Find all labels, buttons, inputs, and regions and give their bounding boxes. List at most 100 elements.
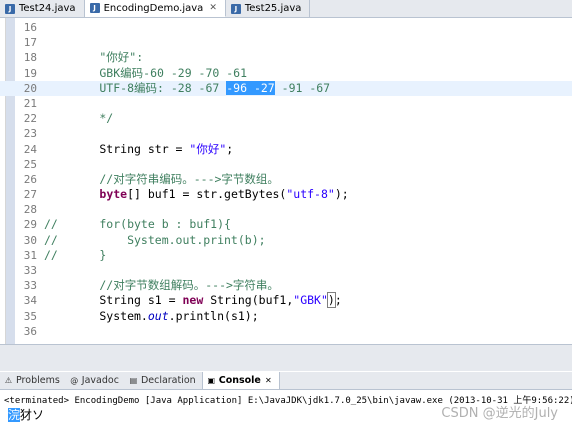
editor-tab-bar: J Test24.java J EncodingDemo.java ✕ J Te… <box>0 0 572 18</box>
line-number: 25 <box>23 157 37 171</box>
tab-label: EncodingDemo.java <box>103 2 204 14</box>
code-lines: 16 17 18 "你好": 19 GBK编码-60 -29 -70 -61 20 UT… <box>0 20 572 339</box>
tab-label: Console <box>218 375 261 386</box>
line-number: 36 <box>23 324 37 338</box>
code-line[interactable]: 26 //对字符串编码。--->字节数组。 <box>0 172 572 187</box>
tab-javadoc[interactable]: @ Javadoc <box>66 372 125 389</box>
code-text: String s1 = new String(buf1,"GBK"); <box>44 292 342 309</box>
code-token: */ <box>44 111 114 126</box>
code-token: new <box>182 293 204 308</box>
code-line[interactable]: 17 <box>0 35 572 50</box>
line-number: 30 <box>23 233 37 247</box>
tab-label: Test25.java <box>244 3 302 14</box>
tab-problems[interactable]: ⚠ Problems <box>0 372 66 389</box>
tab-console[interactable]: ▣ Console ✕ <box>201 372 280 389</box>
line-number: 19 <box>23 66 37 80</box>
close-icon[interactable]: ✕ <box>209 3 217 13</box>
code-token: ; <box>334 293 342 308</box>
line-number: 17 <box>23 36 37 50</box>
code-line[interactable]: 29 // for(byte b : buf1){ <box>0 217 572 232</box>
code-text: "你好": <box>44 50 143 65</box>
code-text: System.out.println(s1); <box>44 308 258 324</box>
line-number: 31 <box>23 248 37 262</box>
tab-label: Javadoc <box>81 375 119 386</box>
code-token: //对字符串编码。--->字节数组。 <box>44 171 279 186</box>
line-number: 21 <box>23 96 37 110</box>
code-token: System. <box>44 308 148 323</box>
line-number: 24 <box>23 142 37 156</box>
code-token: String(buf1, <box>203 293 294 308</box>
code-token: //对字节数组解码。--->字符串。 <box>44 278 279 293</box>
code-line[interactable]: 35 System.out.println(s1); <box>0 309 572 324</box>
code-text: UTF-8编码: -28 -67 -96 -27 -91 -67 <box>44 80 331 96</box>
code-line[interactable]: 24 String str = "你好"; <box>0 142 572 157</box>
console-output[interactable]: 浣犲ソ <box>8 406 44 423</box>
line-number: 34 <box>23 294 37 308</box>
code-token: String str = <box>44 141 190 156</box>
code-token: UTF-8编码: -28 -67 <box>44 80 227 95</box>
code-line[interactable]: 16 <box>0 20 572 35</box>
problems-icon: ⚠ <box>4 376 13 385</box>
code-line[interactable]: 27 byte[] buf1 = str.getBytes("utf-8"); <box>0 187 572 202</box>
code-token: // } <box>44 247 107 262</box>
code-line[interactable]: 33 <box>0 263 572 278</box>
line-number: 26 <box>23 172 37 186</box>
code-text: //对字节数组解码。--->字符串。 <box>44 278 279 293</box>
code-line[interactable]: 28 <box>0 202 572 217</box>
tab-label: Declaration <box>140 375 196 386</box>
line-number: 20 <box>23 81 37 95</box>
code-token: "你好": <box>44 50 144 65</box>
tab-declaration[interactable]: ▤ Declaration <box>125 372 202 389</box>
line-number: 33 <box>23 264 37 277</box>
console-icon: ▣ <box>207 376 215 385</box>
tab-encodingdemo[interactable]: J EncodingDemo.java ✕ <box>84 0 226 17</box>
code-token: "你好" <box>189 141 227 156</box>
line-number: 23 <box>23 127 37 141</box>
code-text: // for(byte b : buf1){ <box>44 217 231 232</box>
code-line[interactable]: 18 "你好": <box>0 50 572 65</box>
line-number: 35 <box>23 309 37 323</box>
code-token: [] buf1 = str.getBytes( <box>127 187 287 202</box>
code-text: byte[] buf1 = str.getBytes("utf-8"); <box>44 187 348 202</box>
code-text: // System.out.print(b); <box>44 233 266 248</box>
tab-label: Test24.java <box>19 3 76 14</box>
console-output-rest: 犲ソ <box>20 408 45 422</box>
code-token: -91 -67 <box>274 80 331 95</box>
code-text: //对字符串编码。--->字节数组。 <box>44 172 279 187</box>
code-line[interactable]: 36 <box>0 324 572 339</box>
tab-test25[interactable]: J Test25.java <box>226 0 311 17</box>
code-line[interactable]: 20 UTF-8编码: -28 -67 -96 -27 -91 -67 <box>0 80 572 96</box>
code-editor[interactable]: 16 17 18 "你好": 19 GBK编码-60 -29 -70 -61 20 UT… <box>0 18 572 344</box>
line-number: 16 <box>23 21 37 34</box>
code-text: GBK编码-60 -29 -70 -61 <box>44 66 247 81</box>
line-number: 28 <box>23 203 37 217</box>
code-token: out <box>147 308 169 323</box>
code-text: String str = "你好"; <box>44 142 233 157</box>
line-number: 33 <box>23 279 37 293</box>
code-token: "GBK" <box>293 293 328 308</box>
java-file-icon: J <box>89 3 100 13</box>
code-line[interactable]: 34 String s1 = new String(buf1,"GBK"); <box>0 292 572 309</box>
code-line[interactable]: 21 <box>0 96 572 111</box>
code-line[interactable]: 33 //对字节数组解码。--->字符串。 <box>0 278 572 293</box>
code-line[interactable]: 30 // System.out.print(b); <box>0 233 572 248</box>
line-number: 27 <box>23 188 37 202</box>
declaration-icon: ▤ <box>129 376 138 385</box>
line-number: 18 <box>23 51 37 65</box>
code-text: */ <box>44 111 113 126</box>
code-token: String s1 = <box>44 293 183 308</box>
close-icon[interactable]: ✕ <box>264 376 273 385</box>
javadoc-icon: @ <box>70 376 79 385</box>
code-token: ) <box>326 292 336 309</box>
java-file-icon: J <box>5 3 15 14</box>
code-line[interactable]: 31 // } <box>0 248 572 263</box>
code-line[interactable]: 22 */ <box>0 111 572 126</box>
tab-label: Problems <box>16 375 60 386</box>
code-token: // System.out.print(b); <box>44 232 266 247</box>
code-line[interactable]: 23 <box>0 126 572 141</box>
tab-test24[interactable]: J Test24.java <box>0 0 85 17</box>
code-line[interactable]: 19 GBK编码-60 -29 -70 -61 <box>0 66 572 81</box>
code-line[interactable]: 25 <box>0 157 572 172</box>
code-token: GBK编码-60 -29 -70 -61 <box>44 65 248 80</box>
